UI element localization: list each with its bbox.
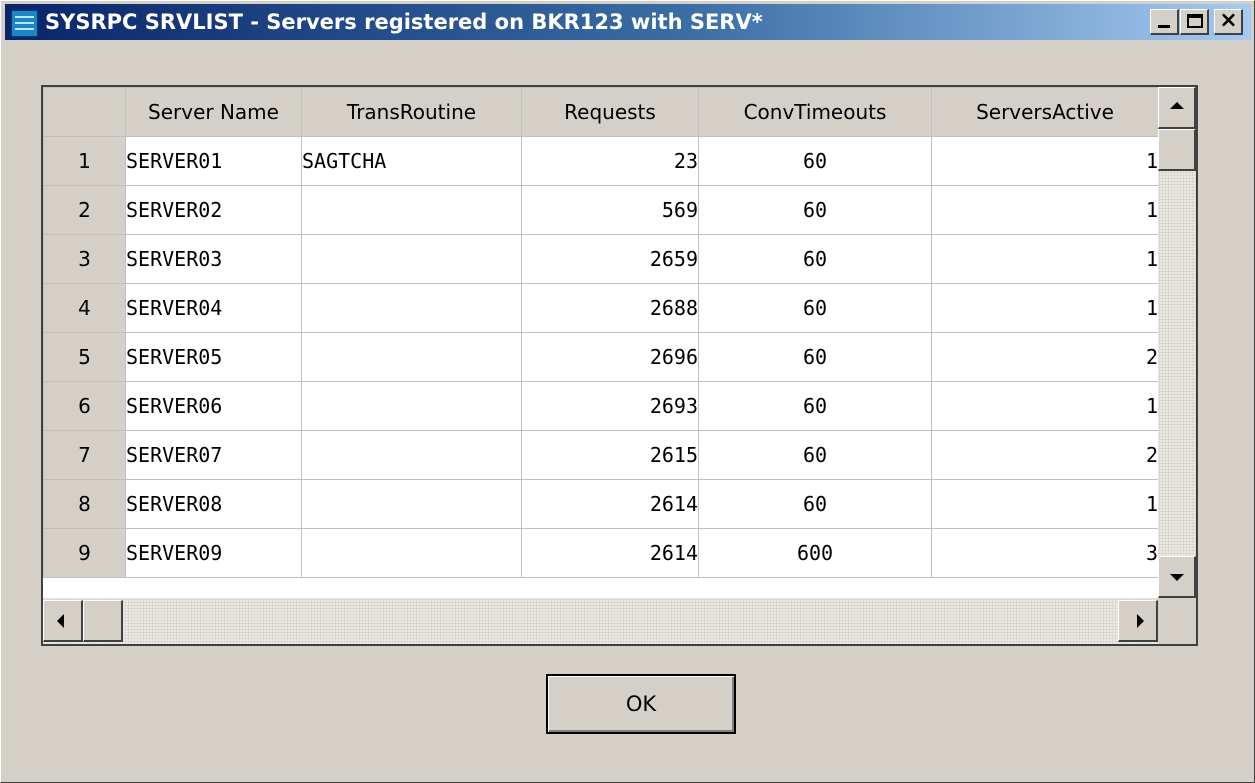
- trans-routine-cell[interactable]: [301, 283, 522, 333]
- horizontal-scrollbar[interactable]: [43, 598, 1158, 644]
- server-name-cell[interactable]: SERVER01: [125, 136, 302, 186]
- server-name-cell[interactable]: SERVER09: [125, 528, 302, 578]
- trans-routine-cell[interactable]: SAGTCHA: [301, 136, 522, 186]
- requests-cell[interactable]: 2614: [521, 528, 699, 578]
- conv-timeouts-cell[interactable]: 60: [698, 381, 932, 431]
- table-row[interactable]: 8 SERVER08 2614 60 1: [43, 479, 1159, 529]
- requests-cell[interactable]: 2614: [521, 479, 699, 529]
- trans-routine-cell[interactable]: [301, 430, 522, 480]
- server-name-cell[interactable]: SERVER06: [125, 381, 302, 431]
- servers-active-cell[interactable]: 1: [931, 381, 1159, 431]
- table-row[interactable]: 1 SERVER01 SAGTCHA 23 60 1: [43, 136, 1159, 186]
- row-number[interactable]: 9: [43, 528, 126, 578]
- server-grid[interactable]: Server Name TransRoutine Requests ConvTi…: [41, 85, 1198, 646]
- conv-timeouts-cell[interactable]: 60: [698, 479, 932, 529]
- table-row[interactable]: 9 SERVER09 2614 600 3: [43, 528, 1159, 578]
- conv-timeouts-cell[interactable]: 60: [698, 234, 932, 284]
- requests-cell[interactable]: 2615: [521, 430, 699, 480]
- trans-routine-cell[interactable]: [301, 479, 522, 529]
- trans-routine-cell[interactable]: [301, 381, 522, 431]
- servers-active-cell[interactable]: 2: [931, 332, 1159, 382]
- server-name-cell[interactable]: SERVER02: [125, 185, 302, 235]
- close-icon: ×: [1219, 8, 1238, 33]
- scroll-left-button[interactable]: [43, 600, 83, 642]
- horizontal-scroll-thumb[interactable]: [83, 600, 123, 642]
- requests-cell[interactable]: 2696: [521, 332, 699, 382]
- server-name-cell[interactable]: SERVER08: [125, 479, 302, 529]
- vertical-scroll-thumb[interactable]: [1158, 129, 1196, 171]
- row-number[interactable]: 4: [43, 283, 126, 333]
- dialog-window: SYSRPC SRVLIST - Servers registered on B…: [0, 0, 1255, 783]
- maximize-icon: [1187, 14, 1203, 28]
- arrow-up-icon: [1170, 102, 1184, 109]
- requests-cell[interactable]: 23: [521, 136, 699, 186]
- row-number[interactable]: 8: [43, 479, 126, 529]
- row-number[interactable]: 3: [43, 234, 126, 284]
- servers-active-cell[interactable]: 3: [931, 528, 1159, 578]
- conv-timeouts-cell[interactable]: 60: [698, 283, 932, 333]
- title-bar[interactable]: SYSRPC SRVLIST - Servers registered on B…: [5, 4, 1251, 40]
- vertical-scrollbar[interactable]: [1158, 87, 1196, 598]
- server-table: Server Name TransRoutine Requests ConvTi…: [43, 87, 1159, 578]
- trans-routine-cell[interactable]: [301, 234, 522, 284]
- conv-timeouts-cell[interactable]: 600: [698, 528, 932, 578]
- trans-routine-cell[interactable]: [301, 528, 522, 578]
- servers-active-cell[interactable]: 1: [931, 136, 1159, 186]
- column-header-conv-timeouts[interactable]: ConvTimeouts: [698, 87, 932, 137]
- table-row[interactable]: 2 SERVER02 569 60 1: [43, 185, 1159, 235]
- requests-cell[interactable]: 2688: [521, 283, 699, 333]
- grid-corner-header[interactable]: [43, 87, 126, 137]
- server-name-cell[interactable]: SERVER05: [125, 332, 302, 382]
- table-row[interactable]: 4 SERVER04 2688 60 1: [43, 283, 1159, 333]
- table-row[interactable]: 6 SERVER06 2693 60 1: [43, 381, 1159, 431]
- server-name-cell[interactable]: SERVER04: [125, 283, 302, 333]
- arrow-down-icon: [1170, 574, 1184, 581]
- row-number[interactable]: 1: [43, 136, 126, 186]
- minimize-button[interactable]: [1150, 9, 1179, 35]
- requests-cell[interactable]: 569: [521, 185, 699, 235]
- column-header-server-name[interactable]: Server Name: [125, 87, 302, 137]
- requests-cell[interactable]: 2693: [521, 381, 699, 431]
- servers-active-cell[interactable]: 1: [931, 283, 1159, 333]
- column-header-servers-active[interactable]: ServersActive: [931, 87, 1159, 137]
- table-row[interactable]: 3 SERVER03 2659 60 1: [43, 234, 1159, 284]
- minimize-icon: [1158, 25, 1170, 28]
- scroll-up-button[interactable]: [1158, 87, 1196, 129]
- servers-active-cell[interactable]: 1: [931, 479, 1159, 529]
- servers-active-cell[interactable]: 1: [931, 185, 1159, 235]
- table-row[interactable]: 5 SERVER05 2696 60 2: [43, 332, 1159, 382]
- table-row[interactable]: 7 SERVER07 2615 60 2: [43, 430, 1159, 480]
- ok-button[interactable]: OK: [546, 674, 736, 734]
- close-button[interactable]: ×: [1214, 8, 1243, 35]
- arrow-right-icon: [1137, 614, 1144, 628]
- row-number[interactable]: 5: [43, 332, 126, 382]
- conv-timeouts-cell[interactable]: 60: [698, 332, 932, 382]
- conv-timeouts-cell[interactable]: 60: [698, 136, 932, 186]
- trans-routine-cell[interactable]: [301, 332, 522, 382]
- arrow-left-icon: [57, 614, 64, 628]
- row-number[interactable]: 6: [43, 381, 126, 431]
- conv-timeouts-cell[interactable]: 60: [698, 185, 932, 235]
- scroll-down-button[interactable]: [1158, 556, 1196, 598]
- scrollbar-corner: [1158, 598, 1196, 644]
- requests-cell[interactable]: 2659: [521, 234, 699, 284]
- servers-active-cell[interactable]: 1: [931, 234, 1159, 284]
- scroll-right-button[interactable]: [1118, 600, 1158, 642]
- server-name-cell[interactable]: SERVER07: [125, 430, 302, 480]
- column-header-trans-routine[interactable]: TransRoutine: [301, 87, 522, 137]
- window-title: SYSRPC SRVLIST - Servers registered on B…: [45, 10, 763, 34]
- servers-active-cell[interactable]: 2: [931, 430, 1159, 480]
- column-header-requests[interactable]: Requests: [521, 87, 699, 137]
- server-name-cell[interactable]: SERVER03: [125, 234, 302, 284]
- server-list-icon: [11, 10, 38, 37]
- trans-routine-cell[interactable]: [301, 185, 522, 235]
- row-number[interactable]: 7: [43, 430, 126, 480]
- maximize-button[interactable]: [1180, 9, 1209, 35]
- row-number[interactable]: 2: [43, 185, 126, 235]
- conv-timeouts-cell[interactable]: 60: [698, 430, 932, 480]
